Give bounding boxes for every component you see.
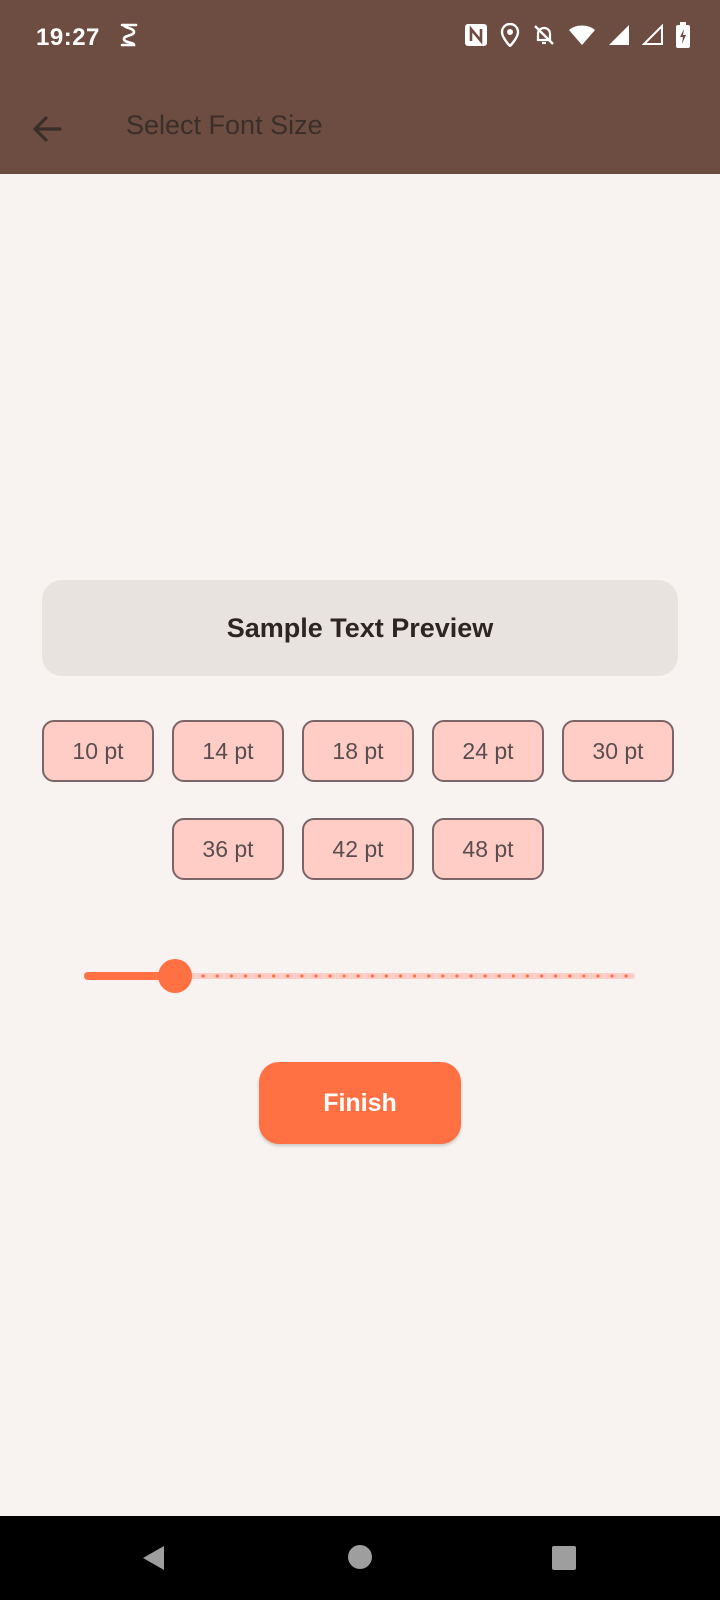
- font-size-chip-24[interactable]: 24 pt: [432, 720, 544, 782]
- slider-tick: [257, 974, 262, 978]
- slider-tick: [525, 974, 530, 978]
- slider-tick: [384, 974, 389, 978]
- wifi-icon: [568, 24, 596, 46]
- slider-tick: [610, 974, 614, 978]
- slider-tick: [568, 974, 572, 978]
- font-size-chip-30[interactable]: 30 pt: [562, 720, 674, 782]
- status-time: 19:27: [36, 24, 100, 51]
- slider-tick: [243, 974, 248, 978]
- slider-tick: [286, 974, 290, 978]
- signal-icon: [608, 24, 630, 46]
- font-size-chip-14[interactable]: 14 pt: [172, 720, 284, 782]
- slider-tick: [497, 974, 501, 978]
- status-bar: 19:27: [0, 0, 720, 80]
- slider-tick: [328, 974, 332, 978]
- font-size-chip-18[interactable]: 18 pt: [302, 720, 414, 782]
- slider-tick: [455, 974, 459, 978]
- slider-tick: [554, 974, 558, 978]
- finish-button[interactable]: Finish: [259, 1062, 461, 1144]
- signal-empty-icon: [642, 24, 664, 46]
- slider-tick: [441, 974, 445, 978]
- system-nav-bar: [0, 1516, 720, 1600]
- back-button[interactable]: [26, 107, 70, 151]
- slider-track: [84, 959, 635, 993]
- nav-back-icon[interactable]: [140, 1544, 168, 1577]
- slider-tick: [427, 974, 431, 978]
- slider-tick: [483, 974, 487, 978]
- font-size-chip-48[interactable]: 48 pt: [432, 818, 544, 880]
- nfc-icon: [464, 23, 488, 47]
- font-size-chip-10[interactable]: 10 pt: [42, 720, 154, 782]
- slider-tick: [314, 974, 318, 978]
- preview-text: Sample Text Preview: [226, 612, 494, 643]
- nav-home-icon[interactable]: [347, 1544, 373, 1575]
- slider-tick: [539, 974, 544, 978]
- font-size-chip-36[interactable]: 36 pt: [172, 818, 284, 880]
- slider-tick: [215, 974, 219, 978]
- slider-tick: [624, 974, 628, 978]
- slider-tick: [398, 974, 403, 978]
- slider-tick: [356, 974, 360, 978]
- slider-tick: [582, 974, 586, 978]
- slider-tick: [272, 974, 276, 978]
- battery-charging-icon: [676, 22, 690, 48]
- slider-tick: [596, 974, 600, 978]
- slider-tick: [342, 974, 346, 978]
- slider-tick: [511, 974, 515, 978]
- page-title: Select Font Size: [126, 110, 323, 140]
- s-app-icon: [118, 22, 140, 53]
- font-size-chip-42[interactable]: 42 pt: [302, 818, 414, 880]
- slider-tick: [229, 974, 233, 978]
- slider-tick: [201, 974, 205, 978]
- arrow-back-icon: [33, 116, 62, 142]
- slider-tick: [370, 974, 374, 978]
- location-icon: [500, 23, 520, 47]
- slider-tick: [300, 974, 304, 978]
- nav-recents-icon[interactable]: [551, 1545, 577, 1576]
- slider-tick: [469, 974, 473, 978]
- app-bar: Select Font Size: [0, 80, 720, 174]
- slider-thumb[interactable]: [158, 959, 193, 993]
- bell-off-icon: [532, 23, 556, 47]
- slider-tick: [413, 974, 417, 978]
- font-size-slider[interactable]: [82, 958, 638, 998]
- sample-text-preview: Sample Text Preview: [42, 580, 678, 676]
